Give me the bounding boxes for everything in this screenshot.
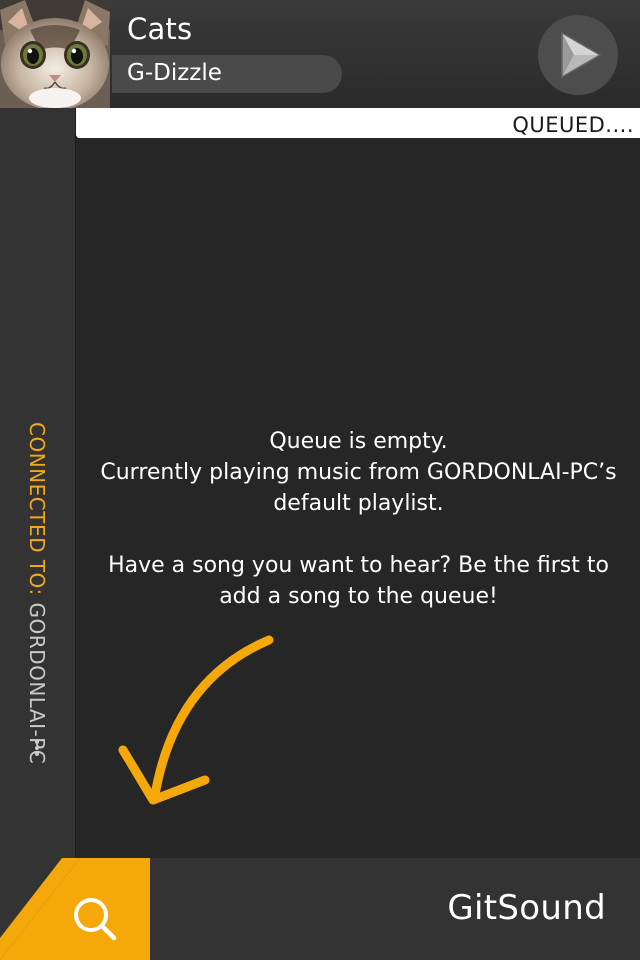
- album-art-image[interactable]: [0, 0, 110, 108]
- empty-line: Queue is empty.: [269, 429, 448, 454]
- empty-line: default playlist.: [273, 491, 444, 516]
- hint-line: add a song to the queue!: [219, 584, 498, 609]
- connection-status: CONNECTED TO: GORDONLAI-PC: [25, 422, 49, 842]
- now-playing-header: Cats G-Dizzle: [0, 0, 640, 110]
- connected-to-label: CONNECTED TO:: [25, 422, 49, 603]
- curved-arrow-icon: [118, 635, 274, 805]
- empty-queue-message: Queue is empty. Currently playing music …: [77, 426, 640, 612]
- artist-pill: G-Dizzle: [112, 55, 342, 93]
- search-icon: [0, 858, 150, 960]
- more-options-icon[interactable]: [29, 740, 45, 756]
- queue-status-banner: QUEUED....: [0, 108, 640, 140]
- play-icon: [538, 15, 618, 95]
- artist-name: G-Dizzle: [127, 60, 222, 86]
- hint-line: Have a song you want to hear? Be the fir…: [108, 553, 609, 578]
- queue-status-label: QUEUED....: [512, 113, 634, 137]
- song-title: Cats: [127, 12, 193, 46]
- app-brand-name: GitSound: [447, 888, 606, 928]
- bottom-bar: GitSound: [0, 858, 640, 960]
- empty-line: Currently playing music from GORDONLAI-P…: [100, 460, 617, 485]
- search-button[interactable]: [0, 858, 150, 960]
- cat-photo-icon: [0, 0, 110, 108]
- play-button[interactable]: [534, 15, 624, 95]
